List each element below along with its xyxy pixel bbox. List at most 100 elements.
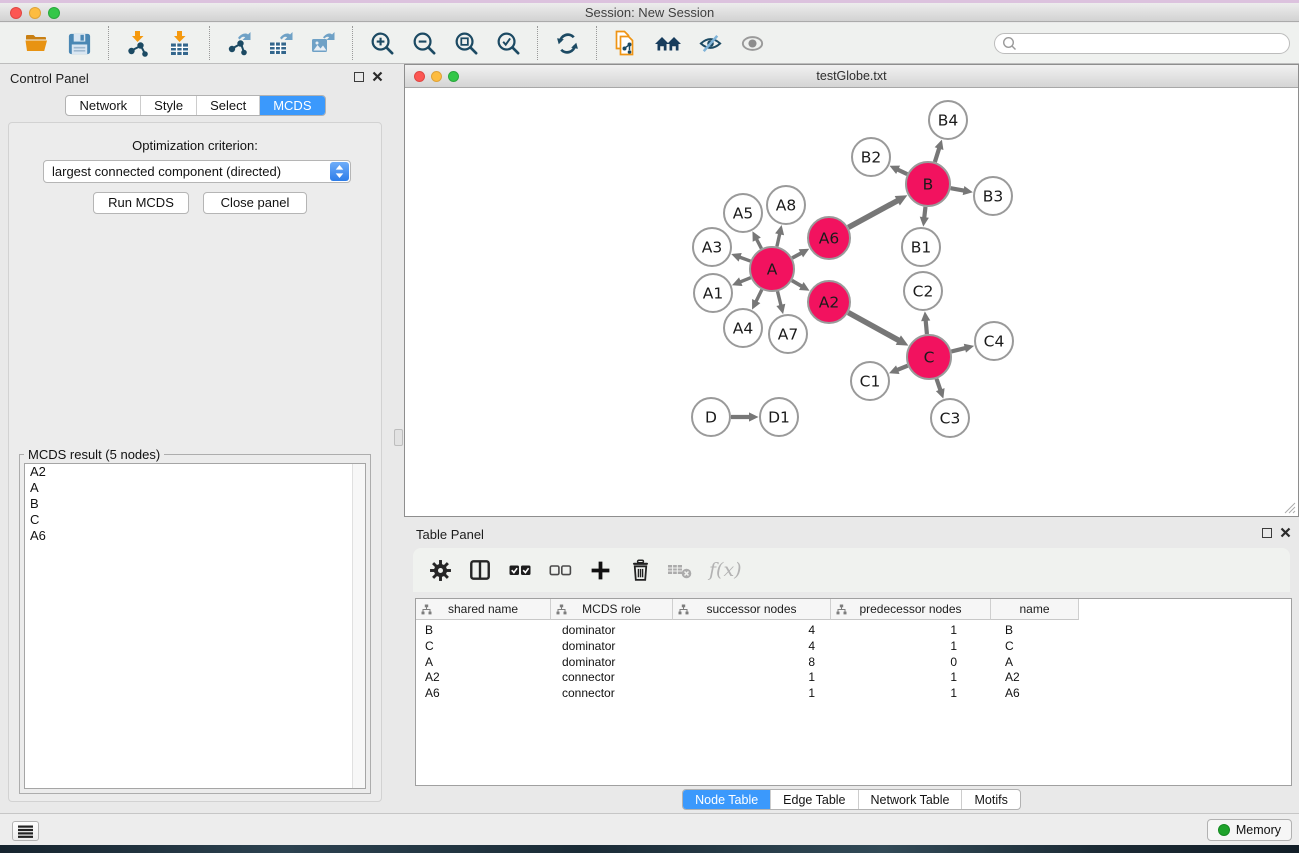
table-cell[interactable]: dominator	[551, 623, 673, 639]
export-table-button[interactable]	[260, 26, 302, 60]
graph-edge-C-C1[interactable]	[897, 366, 908, 370]
graph-edge-A-A3[interactable]	[739, 257, 750, 261]
graph-node-D[interactable]: D	[692, 398, 730, 436]
table-cell[interactable]: 4	[673, 623, 831, 639]
float-table-panel-icon[interactable]	[1262, 528, 1272, 538]
graph-node-A1[interactable]: A1	[694, 274, 732, 312]
graph-edge-B-B1[interactable]	[924, 207, 925, 218]
graph-node-D1[interactable]: D1	[760, 398, 798, 436]
table-cell[interactable]: A	[416, 655, 551, 671]
export-network-button[interactable]	[218, 26, 260, 60]
mcds-result-item[interactable]: A6	[25, 528, 365, 544]
graph-node-A7[interactable]: A7	[769, 315, 807, 353]
function-builder-button[interactable]: f(x)	[709, 559, 742, 581]
tab-node-table[interactable]: Node Table	[683, 790, 770, 809]
table-cell[interactable]: 0	[831, 655, 991, 671]
table-cell[interactable]: dominator	[551, 655, 673, 671]
zoom-out-button[interactable]	[403, 26, 445, 60]
table-cell[interactable]: 1	[831, 670, 991, 686]
table-cell[interactable]: connector	[551, 670, 673, 686]
graph-edge-B-B3[interactable]	[951, 188, 965, 191]
tab-edge-table[interactable]: Edge Table	[770, 790, 857, 809]
show-all-columns-button[interactable]	[507, 557, 533, 583]
refresh-view-button[interactable]	[546, 26, 588, 60]
close-table-panel-icon[interactable]	[1280, 527, 1291, 538]
graph-node-B1[interactable]: B1	[902, 228, 940, 266]
tab-motifs[interactable]: Motifs	[961, 790, 1019, 809]
zoom-in-button[interactable]	[361, 26, 403, 60]
tab-network-table[interactable]: Network Table	[858, 790, 962, 809]
show-column-button[interactable]	[467, 557, 493, 583]
search-field[interactable]	[994, 33, 1290, 54]
tab-select[interactable]: Select	[196, 96, 259, 115]
graph-edge-B-B4[interactable]	[935, 148, 939, 162]
table-cell[interactable]: B	[991, 623, 1079, 639]
table-row[interactable]: A2connector11A2	[416, 670, 1291, 686]
graph-node-C1[interactable]: C1	[851, 362, 889, 400]
table-cell[interactable]: 1	[673, 686, 831, 702]
graph-node-A[interactable]: A	[750, 247, 794, 291]
mcds-result-item[interactable]: A2	[25, 464, 365, 480]
show-graphics-details-button[interactable]	[731, 26, 773, 60]
tab-network[interactable]: Network	[66, 96, 140, 115]
column-header-shared-name[interactable]: shared name	[416, 599, 551, 620]
graph-node-A3[interactable]: A3	[693, 228, 731, 266]
hide-all-columns-button[interactable]	[547, 557, 573, 583]
hide-graphics-details-button[interactable]	[689, 26, 731, 60]
graph-edge-A-A4[interactable]	[756, 290, 762, 302]
graph-edge-A-A5[interactable]	[756, 239, 761, 249]
graph-node-A4[interactable]: A4	[724, 309, 762, 347]
table-cell[interactable]: B	[416, 623, 551, 639]
graph-node-C2[interactable]: C2	[904, 272, 942, 310]
graph-node-A6[interactable]: A6	[808, 217, 850, 259]
table-row[interactable]: Adominator80A	[416, 655, 1291, 671]
graph-node-B3[interactable]: B3	[974, 177, 1012, 215]
run-mcds-button[interactable]: Run MCDS	[93, 192, 189, 214]
graph-edge-C-C3[interactable]	[936, 379, 940, 391]
graph-edge-A-A1[interactable]	[740, 278, 751, 282]
node-table[interactable]: shared nameMCDS rolesuccessor nodesprede…	[415, 598, 1292, 786]
graph-node-A8[interactable]: A8	[767, 186, 805, 224]
mcds-result-item[interactable]: B	[25, 496, 365, 512]
table-cell[interactable]: connector	[551, 686, 673, 702]
table-cell[interactable]: C	[416, 639, 551, 655]
graph-node-B[interactable]: B	[906, 162, 950, 206]
delete-table-button[interactable]	[667, 557, 693, 583]
new-network-from-selection-button[interactable]	[605, 26, 647, 60]
zoom-fit-button[interactable]	[445, 26, 487, 60]
table-row[interactable]: Cdominator41C	[416, 639, 1291, 655]
graph-edge-A-A2[interactable]	[792, 281, 802, 287]
graph-edge-C-C4[interactable]	[951, 348, 966, 352]
graph-node-C4[interactable]: C4	[975, 322, 1013, 360]
table-cell[interactable]: A2	[991, 670, 1079, 686]
mcds-result-item[interactable]: A	[25, 480, 365, 496]
table-cell[interactable]: 1	[673, 670, 831, 686]
tab-style[interactable]: Style	[140, 96, 196, 115]
table-cell[interactable]: A	[991, 655, 1079, 671]
network-canvas[interactable]: B4B2BB3A8A5A6A3B1AA1C2A2A4A7C4CC1C3DD1	[405, 88, 1298, 516]
column-header-predecessor-nodes[interactable]: predecessor nodes	[831, 599, 991, 620]
column-header-mcds-role[interactable]: MCDS role	[551, 599, 673, 620]
column-settings-button[interactable]	[427, 557, 453, 583]
table-cell[interactable]: 8	[673, 655, 831, 671]
export-image-button[interactable]	[302, 26, 344, 60]
graph-node-C3[interactable]: C3	[931, 399, 969, 437]
table-cell[interactable]: A2	[416, 670, 551, 686]
graph-node-A2[interactable]: A2	[808, 281, 850, 323]
open-session-button[interactable]	[16, 26, 58, 60]
table-row[interactable]: A6connector11A6	[416, 686, 1291, 702]
table-cell[interactable]: A6	[416, 686, 551, 702]
table-cell[interactable]: dominator	[551, 639, 673, 655]
table-cell[interactable]: 1	[831, 623, 991, 639]
criterion-dropdown[interactable]: largest connected component (directed)	[43, 160, 351, 183]
table-row[interactable]: Bdominator41B	[416, 623, 1291, 639]
graph-edge-A2-C[interactable]	[848, 313, 899, 341]
search-input[interactable]	[1018, 37, 1289, 51]
tab-mcds[interactable]: MCDS	[259, 96, 324, 115]
memory-button[interactable]: Memory	[1207, 819, 1292, 841]
result-list-scrollbar[interactable]	[352, 464, 365, 788]
graph-edge-C-C2[interactable]	[926, 320, 927, 334]
graph-node-A5[interactable]: A5	[724, 194, 762, 232]
mcds-result-item[interactable]: C	[25, 512, 365, 528]
float-panel-icon[interactable]	[354, 72, 364, 82]
